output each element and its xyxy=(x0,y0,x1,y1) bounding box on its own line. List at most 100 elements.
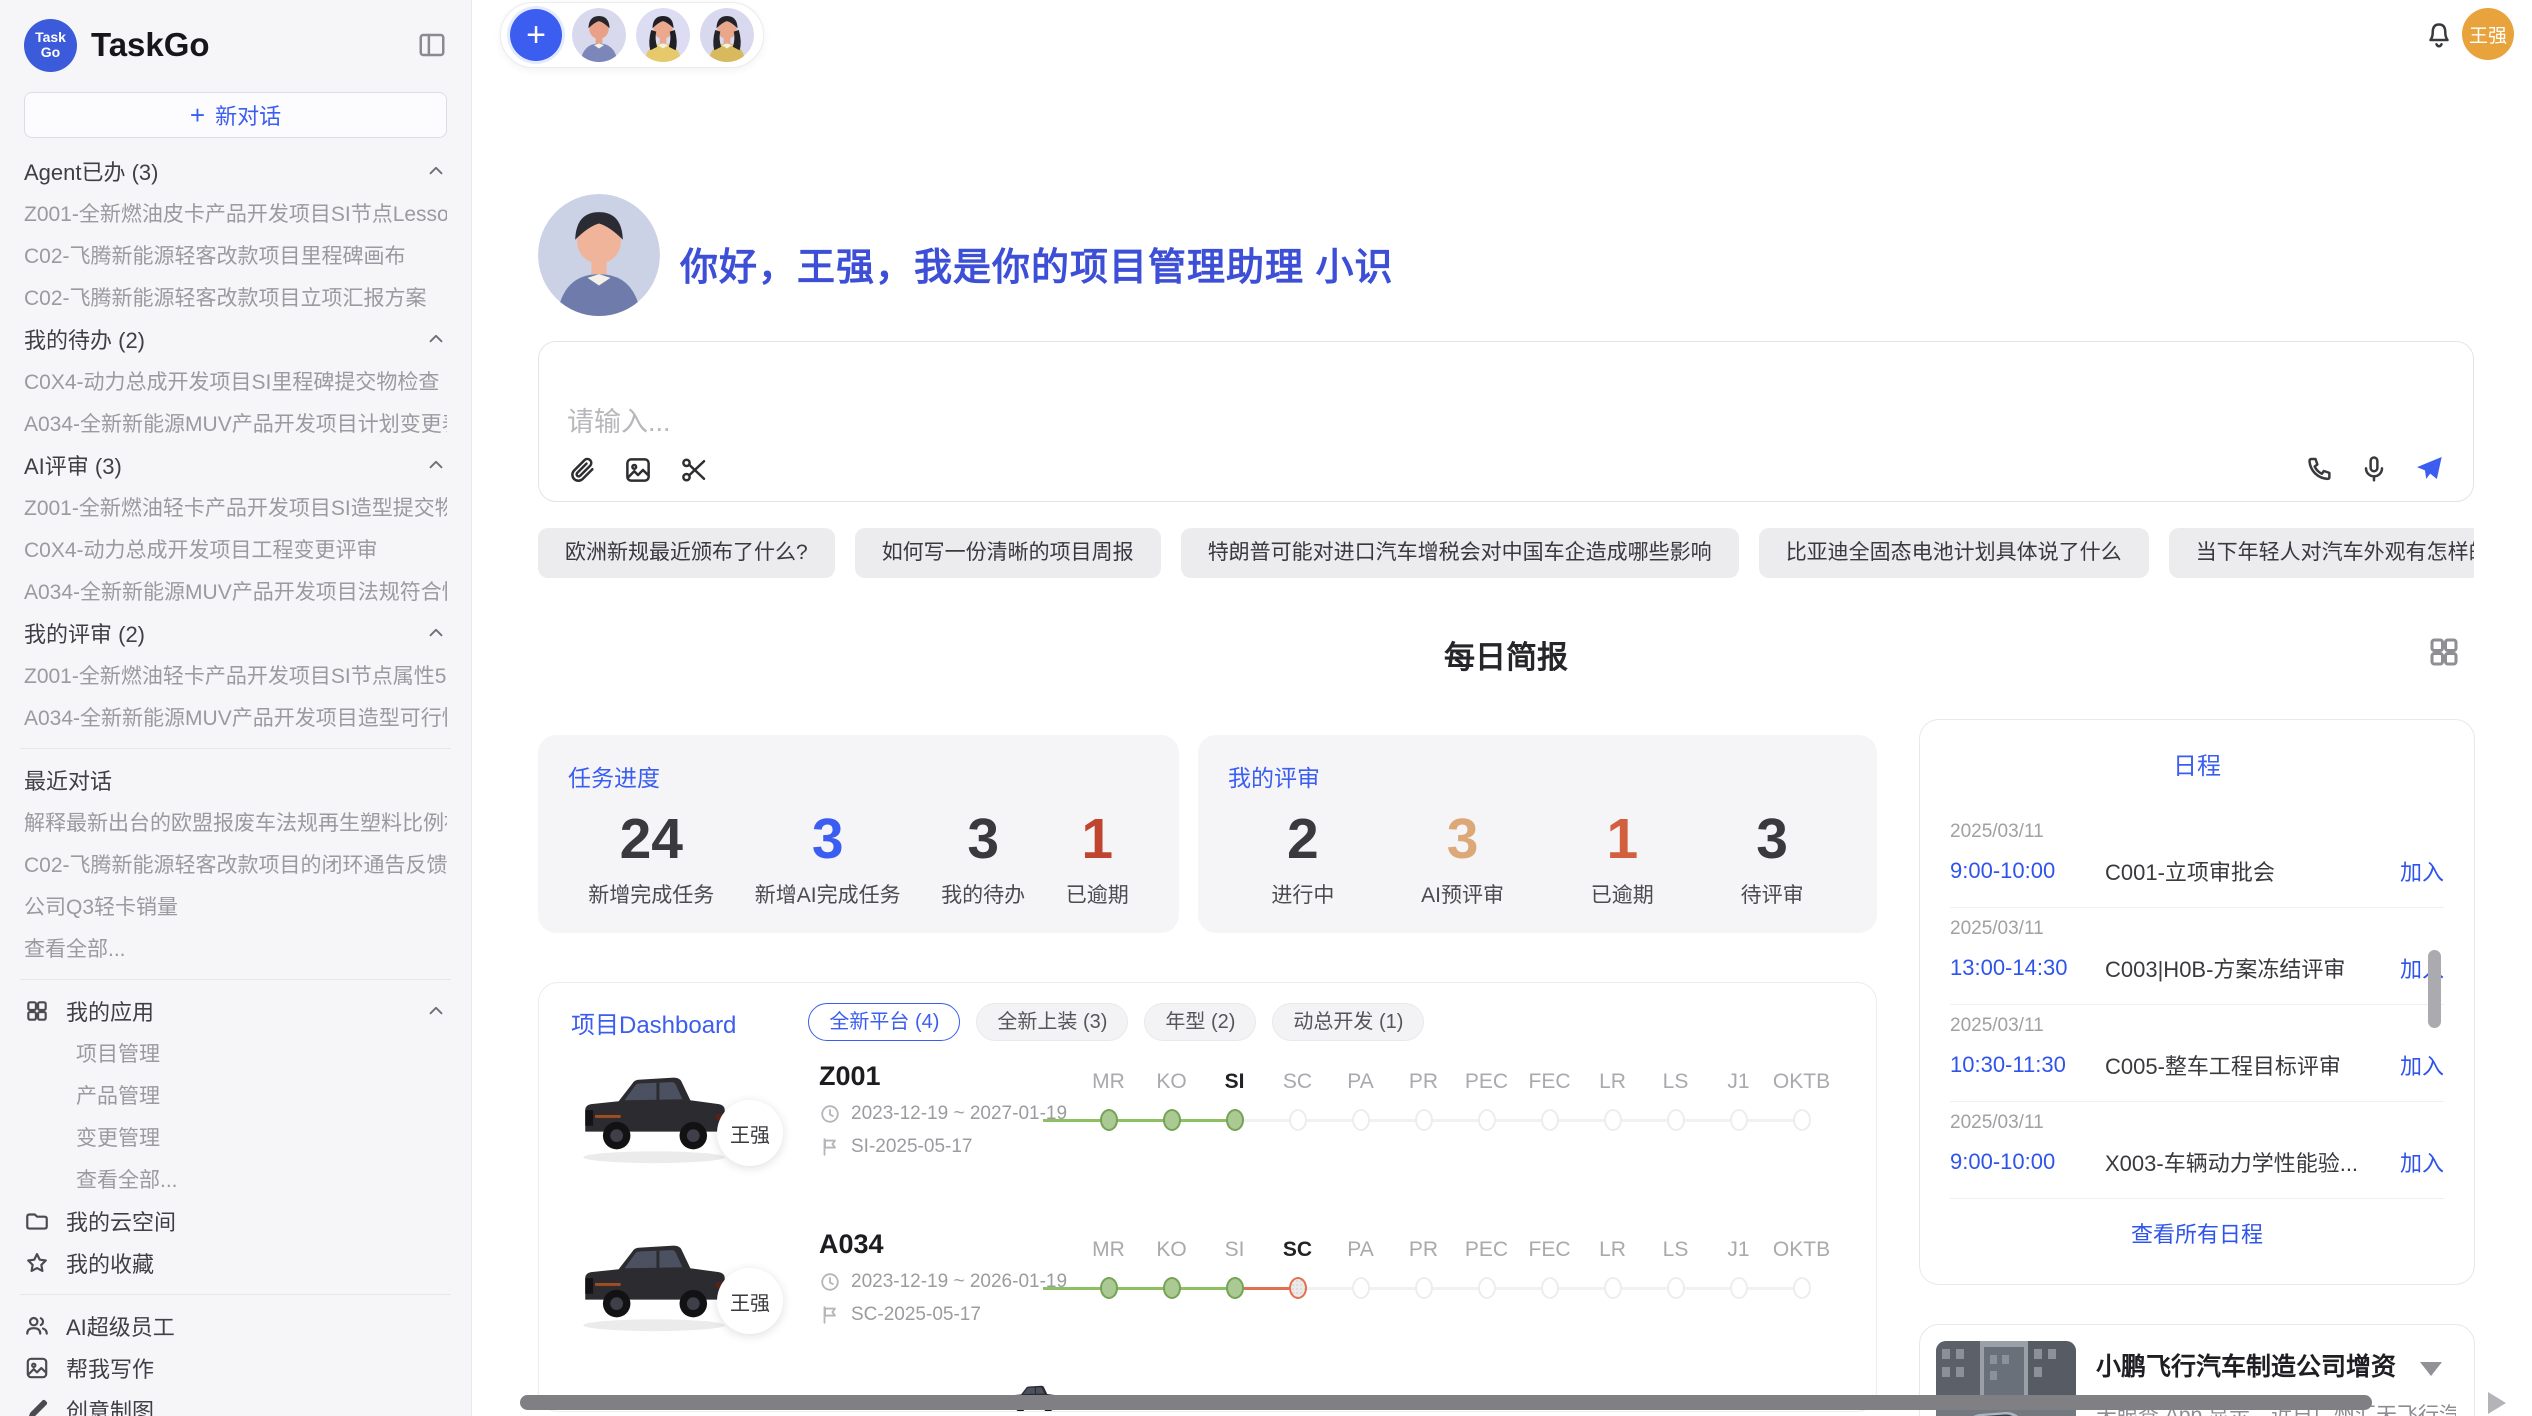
sidebar-item[interactable]: C0X4-动力总成开发项目SI里程碑提交物检查 xyxy=(24,360,447,402)
suggestion-chip[interactable]: 当下年轻人对汽车外观有怎样的喜好趋势 xyxy=(2169,528,2474,578)
users-icon xyxy=(24,1313,50,1339)
new-chat-button[interactable]: + 新对话 xyxy=(24,92,447,138)
milestone-label: J1 xyxy=(1727,1235,1749,1265)
sidebar-item[interactable]: Z001-全新燃油轻卡产品开发项目SI节点属性5D文件评审 xyxy=(24,654,447,696)
sidebar-item[interactable]: A034-全新新能源MUV产品开发项目法规符合性评审 xyxy=(24,570,447,612)
schedule-card: 日程 2025/03/11 9:00-10:00 C001-立项审批会 加入 2… xyxy=(1919,719,2475,1285)
conversation-switcher: + xyxy=(500,2,764,68)
sidebar-item[interactable]: A034-全新新能源MUV产品开发项目计划变更表编写 xyxy=(24,402,447,444)
recent-conversation-item[interactable]: 公司Q3轻卡销量 xyxy=(24,885,447,927)
join-meeting-link[interactable]: 加入 xyxy=(2400,855,2444,887)
layout-grid-icon[interactable] xyxy=(2426,634,2462,675)
star-icon xyxy=(24,1250,50,1276)
dashboard-tab[interactable]: 全新上装 (3) xyxy=(976,1003,1128,1041)
sidebar-section-my-review[interactable]: 我的评审 (2) xyxy=(24,612,447,654)
stat-item: 3 待评审 xyxy=(1741,807,1804,909)
sidebar-item[interactable]: Z001-全新燃油皮卡产品开发项目SI节点Lesson Learn报告 xyxy=(24,192,447,234)
milestone-node xyxy=(1793,1109,1811,1131)
notification-bell-icon[interactable] xyxy=(2424,20,2454,55)
sidebar-item[interactable]: A034-全新新能源MUV产品开发项目造型可行性评审 xyxy=(24,696,447,738)
sidebar-item[interactable]: Z001-全新燃油轻卡产品开发项目SI造型提交物评审 xyxy=(24,486,447,528)
sidebar-item[interactable]: C02-飞腾新能源轻客改款项目立项汇报方案 xyxy=(24,276,447,318)
milestone-label: MR xyxy=(1092,1235,1125,1265)
chat-input-card xyxy=(538,341,2474,502)
grid-icon xyxy=(24,998,50,1024)
suggestion-chip[interactable]: 如何写一份清晰的项目周报 xyxy=(855,528,1161,578)
suggestion-chip[interactable]: 特朗普可能对进口汽车增税会对中国车企造成哪些影响 xyxy=(1181,528,1739,578)
project-row[interactable]: 王强 Z001 2023-12-19 ~ 2027-01-19 SI-2025-… xyxy=(571,1059,1844,1209)
milestone-node xyxy=(1415,1109,1433,1131)
dashboard-tab[interactable]: 年型 (2) xyxy=(1144,1003,1256,1041)
sidebar-item[interactable]: C02-飞腾新能源轻客改款项目里程碑画布 xyxy=(24,234,447,276)
screenshot-icon[interactable] xyxy=(679,455,709,485)
horizontal-scrollbar[interactable] xyxy=(520,1395,2372,1410)
image-upload-icon[interactable] xyxy=(623,455,653,485)
milestone-label: KO xyxy=(1156,1067,1186,1097)
voice-call-icon[interactable] xyxy=(2305,454,2335,484)
sidebar-tool-users[interactable]: AI超级员工 xyxy=(24,1305,447,1347)
sidebar-item-my-apps[interactable]: 我的应用 xyxy=(24,990,447,1032)
microphone-icon[interactable] xyxy=(2359,454,2389,484)
stat-value: 3 xyxy=(755,807,901,871)
milestone-label: LR xyxy=(1599,1235,1626,1265)
schedule-item: 2025/03/11 9:00-10:00 C001-立项审批会 加入 xyxy=(1950,811,2444,907)
join-meeting-link[interactable]: 加入 xyxy=(2400,1146,2444,1178)
stat-item: 2 进行中 xyxy=(1271,807,1334,909)
vertical-scrollbar[interactable] xyxy=(2428,950,2441,1028)
send-icon[interactable] xyxy=(2413,453,2445,485)
user-avatar[interactable]: 王强 xyxy=(2462,8,2514,60)
app-item[interactable]: 变更管理 xyxy=(24,1116,447,1158)
taskgo-logo: Task Go xyxy=(24,19,77,72)
sidebar-tool-pen[interactable]: 创意制图 xyxy=(24,1389,447,1416)
schedule-item: 2025/03/11 10:30-11:30 C005-整车工程目标评审 加入 xyxy=(1950,1005,2444,1101)
chevron-up-icon xyxy=(425,328,447,350)
conversation-avatar-3[interactable] xyxy=(700,8,754,62)
recent-conversations-header: 最近对话 xyxy=(24,759,447,801)
milestone-label: OKTB xyxy=(1773,1235,1830,1265)
recent-conversation-item[interactable]: C02-飞腾新能源轻客改款项目的闭环通告反馈情况 xyxy=(24,843,447,885)
scroll-down-arrow[interactable] xyxy=(2420,1362,2442,1376)
milestone-label: PEC xyxy=(1465,1235,1508,1265)
conversation-avatar-1[interactable] xyxy=(572,8,626,62)
sidebar-section-ai-review[interactable]: AI评审 (3) xyxy=(24,444,447,486)
sidebar-tool-write[interactable]: 帮我写作 xyxy=(24,1347,447,1389)
project-milestone-date: SC-2025-05-17 xyxy=(851,1304,981,1326)
schedule-time: 9:00-10:00 xyxy=(1950,1149,2105,1175)
scroll-right-arrow[interactable] xyxy=(2488,1392,2506,1414)
stat-card-title: 我的评审 xyxy=(1228,759,1847,793)
logo-text-top: Task xyxy=(35,30,66,45)
schedule-name: C003|H0B-方案冻结评审 xyxy=(2105,952,2400,984)
conversation-avatar-2[interactable] xyxy=(636,8,690,62)
recent-view-all-link[interactable]: 查看全部... xyxy=(24,927,447,969)
sidebar-item-star[interactable]: 我的收藏 xyxy=(24,1242,447,1284)
milestone-node xyxy=(1541,1277,1559,1299)
milestone-node xyxy=(1478,1109,1496,1131)
milestone-label: LS xyxy=(1663,1067,1689,1097)
app-item[interactable]: 产品管理 xyxy=(24,1074,447,1116)
folder-icon xyxy=(24,1208,50,1234)
suggestion-chip[interactable]: 欧洲新规最近颁布了什么? xyxy=(538,528,835,578)
clock-icon xyxy=(819,1103,841,1125)
dashboard-tab[interactable]: 全新平台 (4) xyxy=(808,1003,960,1041)
sidebar-section-my-todo[interactable]: 我的待办 (2) xyxy=(24,318,447,360)
app-item[interactable]: 项目管理 xyxy=(24,1032,447,1074)
stat-label: AI预评审 xyxy=(1421,879,1504,909)
sidebar-item-folder[interactable]: 我的云空间 xyxy=(24,1200,447,1242)
milestone-node xyxy=(1100,1277,1118,1299)
recent-conversation-item[interactable]: 解释最新出台的欧盟报废车法规再生塑料比例被调至15%... xyxy=(24,801,447,843)
project-row[interactable]: 王强 A034 2023-12-19 ~ 2026-01-19 SC-2025-… xyxy=(571,1227,1844,1377)
divider xyxy=(20,748,451,749)
suggestion-chip[interactable]: 比亚迪全固态电池计划具体说了什么 xyxy=(1759,528,2149,578)
sidebar-collapse-icon[interactable] xyxy=(417,30,447,60)
join-meeting-link[interactable]: 加入 xyxy=(2400,1049,2444,1081)
sidebar-item[interactable]: C0X4-动力总成开发项目工程变更评审 xyxy=(24,528,447,570)
attachment-icon[interactable] xyxy=(567,455,597,485)
view-all-schedule-link[interactable]: 查看所有日程 xyxy=(1950,1199,2444,1267)
new-conversation-button[interactable]: + xyxy=(510,9,562,61)
sidebar-section-agent-done[interactable]: Agent已办 (3) xyxy=(24,150,447,192)
apps-view-all-link[interactable]: 查看全部... xyxy=(24,1158,447,1200)
schedule-time: 9:00-10:00 xyxy=(1950,858,2105,884)
schedule-date: 2025/03/11 xyxy=(1950,821,2444,843)
chat-input[interactable] xyxy=(567,400,1967,444)
dashboard-tab[interactable]: 动总开发 (1) xyxy=(1272,1003,1424,1041)
